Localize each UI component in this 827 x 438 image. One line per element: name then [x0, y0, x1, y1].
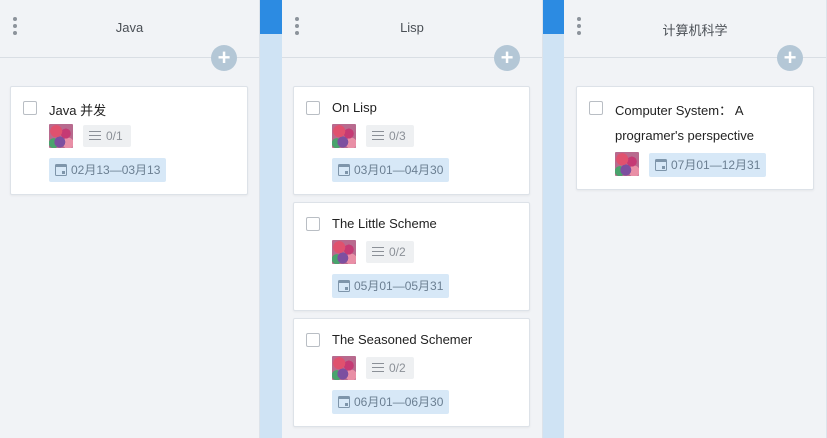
- checklist-count: 0/2: [389, 361, 406, 375]
- column-title: Lisp: [400, 20, 424, 35]
- card-title-line-2: programer's perspective: [615, 128, 755, 143]
- list-icon: [89, 130, 101, 141]
- avatar[interactable]: [332, 240, 356, 264]
- task-card[interactable]: Computer System： A programer's perspecti…: [576, 86, 814, 190]
- card-title: Java 并发: [49, 103, 107, 118]
- avatar[interactable]: [615, 152, 639, 176]
- checklist-badge[interactable]: 0/3: [366, 125, 414, 147]
- column-title: 计算机科学: [662, 23, 728, 38]
- date-badge[interactable]: 05月01—05月31: [332, 274, 450, 298]
- column-title: Java: [115, 20, 144, 35]
- add-card-button[interactable]: +: [211, 45, 237, 71]
- task-card[interactable]: The Little Scheme 0/2 05月01—05月31: [293, 202, 530, 311]
- avatar[interactable]: [49, 124, 73, 148]
- task-checkbox[interactable]: [589, 101, 603, 115]
- list-icon: [372, 362, 384, 373]
- calendar-icon: [338, 163, 350, 176]
- date-range: 02月13—03月13: [71, 163, 161, 177]
- task-card[interactable]: The Seasoned Schemer 0/2 06月01—06月30: [293, 318, 530, 427]
- calendar-icon: [338, 395, 350, 408]
- calendar-icon: [55, 163, 67, 176]
- plus-icon: +: [783, 45, 797, 70]
- plus-icon: +: [500, 45, 514, 70]
- card-title-line-1: Computer System： A: [615, 103, 744, 118]
- task-card[interactable]: On Lisp 0/3 03月01—04月30: [293, 86, 530, 195]
- task-card[interactable]: Java 并发 0/1 02月13—03月13: [10, 86, 248, 195]
- date-badge[interactable]: 02月13—03月13: [49, 158, 167, 182]
- column-gap-accent: [260, 0, 282, 34]
- task-checkbox[interactable]: [23, 101, 37, 115]
- date-badge[interactable]: 03月01—04月30: [332, 158, 450, 182]
- task-checkbox[interactable]: [306, 101, 320, 115]
- add-card-button[interactable]: +: [494, 45, 520, 71]
- avatar[interactable]: [332, 124, 356, 148]
- avatar[interactable]: [332, 356, 356, 380]
- checklist-count: 0/3: [389, 129, 406, 143]
- date-range: 05月01—05月31: [354, 279, 444, 293]
- task-checkbox[interactable]: [306, 333, 320, 347]
- board-column-lisp: Lisp + On Lisp 0/3 03月01—04月30 The Littl…: [282, 0, 543, 438]
- date-badge[interactable]: 07月01—12月31: [649, 153, 767, 177]
- calendar-icon: [338, 279, 350, 292]
- board-column-java: Java + Java 并发 0/1 02月13—03月13: [0, 0, 260, 438]
- column-gap-accent: [543, 0, 564, 34]
- task-checkbox[interactable]: [306, 217, 320, 231]
- checklist-badge[interactable]: 0/2: [366, 357, 414, 379]
- list-icon: [372, 246, 384, 257]
- add-card-button[interactable]: +: [777, 45, 803, 71]
- calendar-icon: [655, 158, 667, 171]
- date-range: 07月01—12月31: [671, 158, 761, 172]
- card-title: On Lisp: [332, 100, 377, 115]
- plus-icon: +: [217, 45, 231, 70]
- checklist-count: 0/1: [106, 129, 123, 143]
- card-title: The Seasoned Schemer: [332, 332, 473, 347]
- date-range: 03月01—04月30: [354, 163, 444, 177]
- checklist-badge[interactable]: 0/1: [83, 125, 131, 147]
- checklist-badge[interactable]: 0/2: [366, 241, 414, 263]
- list-icon: [372, 130, 384, 141]
- date-badge[interactable]: 06月01—06月30: [332, 390, 450, 414]
- date-range: 06月01—06月30: [354, 395, 444, 409]
- checklist-count: 0/2: [389, 245, 406, 259]
- card-title: The Little Scheme: [332, 216, 437, 231]
- board-column-computer-science: 计算机科学 + Computer System： A programer's p…: [564, 0, 827, 438]
